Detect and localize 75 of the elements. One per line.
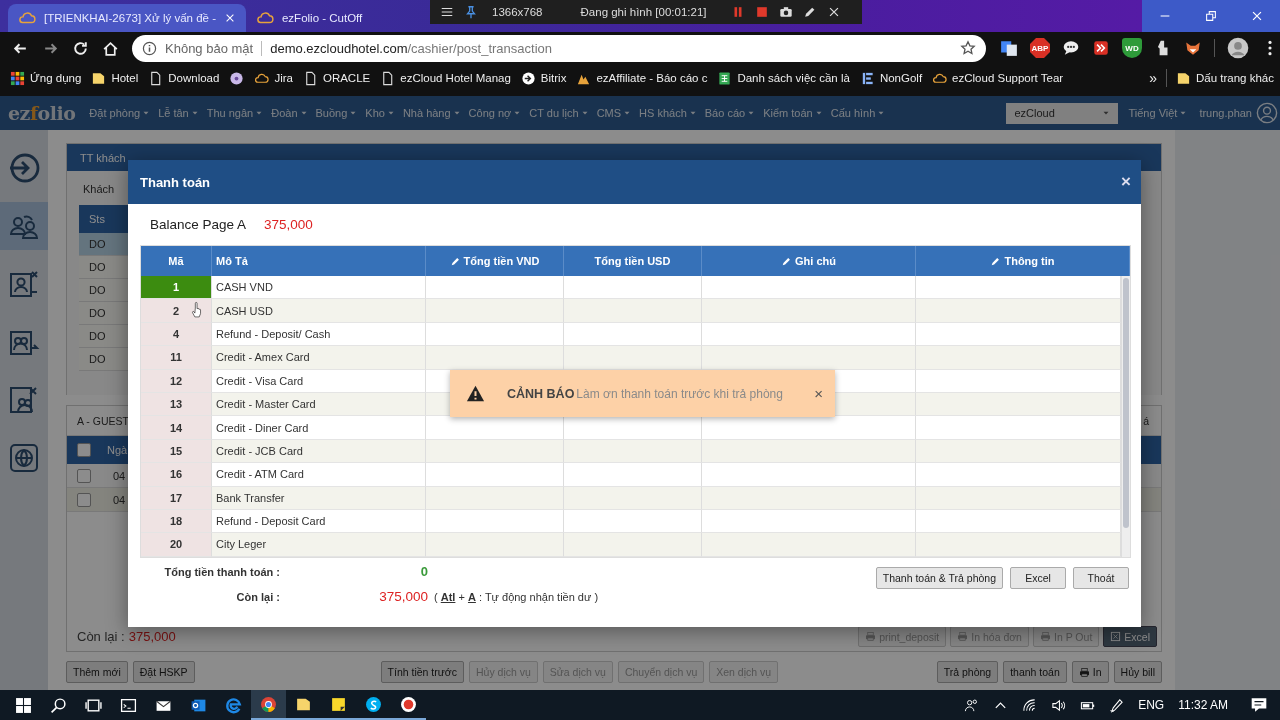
resolution-label: 1366x768	[492, 6, 543, 18]
url-text: demo.ezcloudhotel.com/cashier/post_transaction	[270, 40, 553, 56]
button[interactable]: Thanh toán & Trả phòng	[875, 567, 1003, 589]
bookmark[interactable]: Danh sách việc cần là	[717, 70, 850, 86]
table-cell[interactable]: 18	[141, 509, 212, 534]
table-cell[interactable]: 17	[141, 486, 212, 510]
button[interactable]: Tính tiền trước	[380, 661, 464, 683]
bookmark[interactable]: Ứng dụng	[10, 70, 82, 86]
bookmark[interactable]: Bitrix	[520, 70, 567, 86]
browser-tab[interactable]: ezFolio - CutOff	[245, 4, 373, 32]
total-value: 0	[419, 564, 428, 579]
address-field[interactable]: Không bảo mật demo.ezcloudhotel.com/cashier/post_transaction	[132, 34, 986, 62]
button[interactable]: Hủy bill	[1113, 661, 1162, 683]
button[interactable]: Excel	[1010, 567, 1066, 589]
security-label: Không bảo mật	[165, 40, 263, 56]
table-cell[interactable]: 13	[141, 392, 212, 417]
table-cell[interactable]: 2	[141, 299, 212, 323]
table-cell[interactable]: 16	[141, 463, 212, 487]
table-cell[interactable]: 12	[141, 369, 212, 393]
logo-text: ezfolio	[8, 102, 76, 124]
table-cell[interactable]: 20	[141, 533, 212, 557]
balance-label: Còn lại :	[77, 629, 125, 644]
button[interactable]: Thoát	[1073, 567, 1129, 589]
table-cell[interactable]: Credit - Diner Card	[212, 416, 426, 440]
table-cell[interactable]: 11	[141, 346, 212, 370]
button[interactable]: thanh toán	[1003, 661, 1067, 683]
close-button[interactable]: ×	[1121, 172, 1131, 192]
table-cell[interactable]: 1	[141, 276, 212, 300]
browser-tab[interactable]: [TRIENKHAI-2673] Xử lý vấn đề -	[8, 4, 246, 32]
bookmark[interactable]: ezAffiliate - Báo cáo c	[576, 70, 708, 86]
table-cell[interactable]: Bank Transfer	[212, 486, 426, 510]
button[interactable]: In	[1071, 661, 1109, 683]
table-cell[interactable]: 15	[141, 439, 212, 464]
more-bookmarks-button[interactable]: »	[1149, 70, 1157, 86]
button[interactable]: Thêm mới	[66, 661, 128, 683]
toast-message: Làm ơn thanh toán trước khi trả phòng	[576, 386, 783, 401]
language-indicator[interactable]: ENG	[1138, 698, 1165, 712]
shortcut-hint: ( Atl + A : Tự động nhận tiền dư )	[434, 590, 599, 603]
table-cell[interactable]: Credit - ATM Card	[212, 463, 426, 487]
tab-label[interactable]: á	[1143, 414, 1149, 427]
panel-title: A - GUEST	[77, 414, 129, 427]
balance-value: 375,000	[128, 629, 176, 644]
recording-status: Đang ghi hình [00:01:21]	[580, 6, 707, 18]
table-cell[interactable]: CASH USD	[212, 299, 426, 323]
remaining-label: Còn lại :	[235, 590, 280, 603]
bookmark[interactable]: Download	[148, 70, 220, 86]
table-cell[interactable]: Credit - Amex Card	[212, 346, 426, 370]
balance-label: Balance Page A	[150, 217, 247, 232]
table-cell[interactable]: 14	[141, 416, 212, 440]
toast-title: CẢNH BÁO	[507, 386, 575, 401]
extension-button[interactable]: ABP	[1030, 38, 1050, 58]
clock[interactable]: 11:32 AM	[1178, 698, 1228, 712]
field-label: Khách	[82, 183, 116, 197]
button[interactable]: Đặt HSKP	[132, 661, 195, 683]
bookmark[interactable]: ezCloud Hotel Manag	[380, 70, 511, 86]
bookmark[interactable]: Jira	[254, 70, 293, 86]
remaining-value: 375,000	[378, 589, 428, 604]
bookmark[interactable]: ezCloud Support Tear	[932, 70, 1064, 86]
balance-value: 375,000	[264, 217, 313, 232]
extension-button[interactable]: WD	[1122, 38, 1142, 58]
dialog-title: Thanh toán	[140, 174, 211, 190]
bookmark[interactable]: ORACLE	[302, 70, 371, 86]
property-select[interactable]: ezCloud	[1006, 102, 1119, 124]
table-cell: 04	[113, 469, 126, 482]
column-header: Ngà	[107, 444, 128, 456]
button[interactable]: Trả phòng	[936, 661, 999, 683]
total-label: Tổng tiền thanh toán :	[163, 565, 280, 578]
table-cell[interactable]: 4	[141, 322, 212, 347]
bookmark[interactable]: Dấu trang khác	[1176, 70, 1274, 86]
bookmark[interactable]: Hotel	[91, 70, 139, 86]
close-button[interactable]: ×	[814, 385, 823, 402]
table-cell[interactable]: City Leger	[212, 533, 426, 557]
table-cell[interactable]: Credit - Visa Card	[212, 369, 426, 393]
bookmark[interactable]: NonGolf	[859, 70, 923, 86]
table-cell: 04	[113, 493, 126, 506]
